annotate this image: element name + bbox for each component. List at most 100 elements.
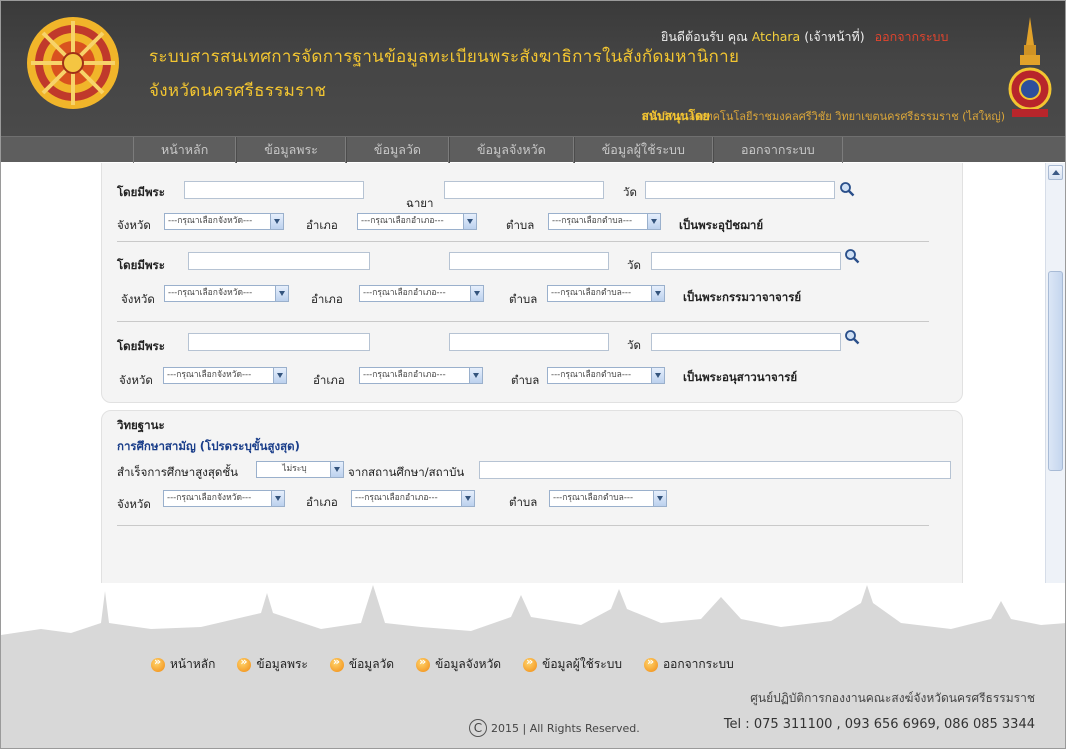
subdistrict-select[interactable]: ---กรุณาเลือกตำบล---: [548, 213, 661, 230]
main-nav: หน้าหลัก ข้อมูลพระ ข้อมูลวัด ข้อมูลจังหว…: [1, 136, 1065, 163]
footer-links: หน้าหลัก ข้อมูลพระ ข้อมูลวัด ข้อมูลจังหว…: [151, 655, 756, 674]
nav-item-temples[interactable]: ข้อมูลวัด: [345, 137, 449, 163]
footer-link-home[interactable]: หน้าหลัก: [151, 655, 215, 674]
preceptor-name-input[interactable]: [184, 181, 364, 199]
district-label: อำเภอ: [313, 373, 345, 387]
welcome-bar: ยินดีต้อนรับ คุณ Atchara (เจ้าหน้าที่) อ…: [661, 27, 948, 47]
district-select-value: ---กรุณาเลือกอำเภอ---: [361, 216, 444, 226]
nav-item-monks[interactable]: ข้อมูลพระ: [236, 137, 346, 163]
province-select[interactable]: ---กรุณาเลือกจังหวัด---: [163, 367, 287, 384]
chevron-down-icon: [469, 368, 482, 383]
nav-item-home[interactable]: หน้าหลัก: [133, 137, 237, 163]
by-monk-label: โดยมีพระ: [117, 185, 165, 199]
nav-item-provinces[interactable]: ข้อมูลจังหวัด: [449, 137, 574, 163]
chevron-down-icon: [275, 286, 288, 301]
search-icon[interactable]: [844, 248, 860, 264]
copyright: C 2015 | All Rights Reserved.: [469, 719, 640, 737]
province-select[interactable]: ---กรุณาเลือกจังหวัด---: [164, 285, 289, 302]
nav-item-logout[interactable]: ออกจากระบบ: [712, 137, 843, 163]
subdistrict-select[interactable]: ---กรุณาเลือกตำบล---: [549, 490, 667, 507]
chevron-down-icon: [647, 214, 660, 229]
role-anusavanacariya: เป็นพระอนุสาวนาจารย์: [683, 370, 798, 384]
bullet-icon: [416, 655, 431, 672]
kammavacacariya-name-input[interactable]: [188, 252, 370, 270]
bullet-icon: [523, 655, 538, 672]
support-line: สนับสนุนโดย มหาวิทยาลัยเทคโนโลยีราชมงคลศร…: [642, 107, 1005, 125]
footer-link-users[interactable]: ข้อมูลผู้ใช้ระบบ: [523, 655, 622, 674]
by-monk-label: โดยมีพระ: [117, 339, 165, 353]
chevron-down-icon: [273, 368, 286, 383]
form-content: โดยมีพระ ฉายา วัด จังหวัด ---กรุณาเลือกจ…: [1, 163, 1065, 583]
subdistrict-select[interactable]: ---กรุณาเลือกตำบล---: [547, 367, 665, 384]
anusavanacariya-name-input[interactable]: [188, 333, 370, 351]
footer-link-temples[interactable]: ข้อมูลวัด: [329, 655, 394, 674]
footer-link-provinces[interactable]: ข้อมูลจังหวัด: [416, 655, 501, 674]
preceptor-alias-input[interactable]: [444, 181, 604, 199]
university-seal-logo: [1008, 17, 1052, 117]
district-select[interactable]: ---กรุณาเลือกอำเภอ---: [359, 285, 484, 302]
subdistrict-label: ตำบล: [511, 373, 540, 387]
province-select-value: ---กรุณาเลือกจังหวัด---: [167, 493, 252, 503]
subdistrict-select-value: ---กรุณาเลือกตำบล---: [553, 493, 634, 503]
search-icon[interactable]: [839, 181, 855, 197]
subdistrict-label: ตำบล: [509, 292, 538, 306]
district-select[interactable]: ---กรุณาเลือกอำเภอ---: [357, 213, 477, 230]
welcome-text: ยินดีต้อนรับ คุณ: [661, 29, 748, 44]
divider: [117, 241, 929, 242]
general-education-heading: การศึกษาสามัญ (โปรดระบุขั้นสูงสุด): [117, 439, 300, 453]
district-label: อำเภอ: [306, 218, 338, 232]
chevron-down-icon: [470, 286, 483, 301]
temple-label: วัด: [623, 185, 637, 199]
bullet-icon: [237, 655, 252, 672]
user-name: Atchara: [751, 29, 801, 44]
anusavanacariya-alias-input[interactable]: [449, 333, 609, 351]
province-label: จังหวัด: [117, 218, 151, 232]
institution-input[interactable]: [479, 461, 951, 479]
subdistrict-label: ตำบล: [506, 218, 535, 232]
role-kammavacacariya: เป็นพระกรรมวาจาจารย์: [683, 290, 802, 304]
subdistrict-select-value: ---กรุณาเลือกตำบล---: [551, 288, 632, 298]
dharma-wheel-logo: [27, 17, 119, 109]
district-select[interactable]: ---กรุณาเลือกอำเภอ---: [351, 490, 475, 507]
bullet-icon: [329, 655, 344, 672]
kammavacacariya-temple-input[interactable]: [651, 252, 841, 270]
app-title: ระบบสารสนเทศการจัดการฐานข้อมูลทะเบียนพระ…: [149, 47, 740, 67]
logout-link[interactable]: ออกจากระบบ: [875, 29, 949, 44]
district-select[interactable]: ---กรุณาเลือกอำเภอ---: [359, 367, 483, 384]
footer-org: ศูนย์ปฏิบัติการกองงานคณะสงฆ์จังหวัดนครศร…: [750, 691, 1035, 705]
institution-label: จากสถานศึกษา/สถาบัน: [348, 465, 465, 479]
chevron-down-icon: [463, 214, 476, 229]
anusavanacariya-temple-input[interactable]: [651, 333, 841, 351]
scroll-up-icon[interactable]: [1048, 165, 1063, 180]
app-subtitle: จังหวัดนครศรีธรรมราช: [149, 81, 327, 101]
province-select[interactable]: ---กรุณาเลือกจังหวัด---: [164, 213, 284, 230]
bullet-icon: [151, 655, 165, 672]
subdistrict-select-value: ---กรุณาเลือกตำบล---: [552, 216, 633, 226]
chevron-down-icon: [653, 491, 666, 506]
search-icon[interactable]: [844, 329, 860, 345]
education-level-select[interactable]: ไม่ระบุ: [256, 461, 344, 478]
subdistrict-select[interactable]: ---กรุณาเลือกตำบล---: [547, 285, 665, 302]
district-label: อำเภอ: [311, 292, 343, 306]
bullet-icon: [643, 655, 658, 672]
subdistrict-select-value: ---กรุณาเลือกตำบล---: [551, 370, 632, 380]
vertical-scrollbar[interactable]: [1045, 163, 1065, 605]
district-label: อำเภอ: [306, 495, 338, 509]
nav-item-users[interactable]: ข้อมูลผู้ใช้ระบบ: [573, 137, 713, 163]
footer-link-monks[interactable]: ข้อมูลพระ: [237, 655, 308, 674]
province-select-value: ---กรุณาเลือกจังหวัด---: [168, 288, 253, 298]
preceptor-temple-input[interactable]: [645, 181, 835, 199]
subdistrict-label: ตำบล: [509, 495, 538, 509]
education-level-value: ไม่ระบุ: [282, 464, 307, 474]
province-select[interactable]: ---กรุณาเลือกจังหวัด---: [163, 490, 285, 507]
scrollbar-thumb[interactable]: [1048, 271, 1063, 471]
district-select-value: ---กรุณาเลือกอำเภอ---: [363, 288, 446, 298]
by-monk-label: โดยมีพระ: [117, 258, 165, 272]
copyright-text: 2015 | All Rights Reserved.: [491, 721, 640, 735]
footer-link-label: ข้อมูลผู้ใช้ระบบ: [542, 657, 622, 671]
footer-link-logout[interactable]: ออกจากระบบ: [643, 655, 734, 674]
footer-link-label: ออกจากระบบ: [662, 657, 734, 671]
role-preceptor: เป็นพระอุปัชฌาย์: [679, 218, 764, 232]
kammavacacariya-alias-input[interactable]: [449, 252, 609, 270]
temple-label: วัด: [627, 258, 641, 272]
